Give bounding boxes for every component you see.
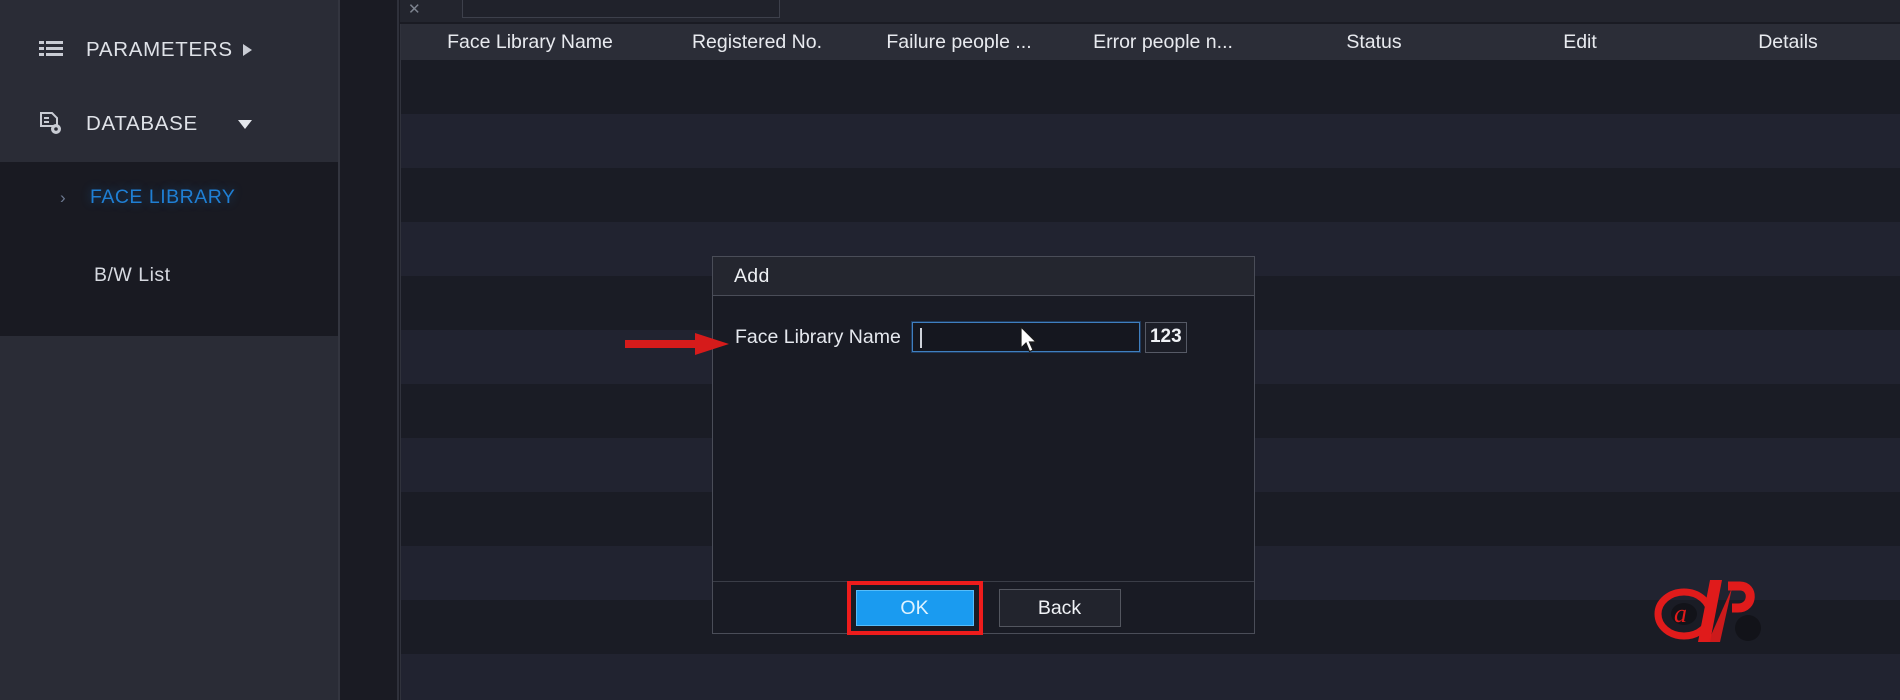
sidebar-bottom-section xyxy=(0,336,340,700)
text-caret xyxy=(919,328,922,348)
database-document-icon xyxy=(38,111,64,137)
sidebar-item-bw-list-label: B/W List xyxy=(94,263,171,286)
sidebar-item-parameters[interactable]: PARAMETERS xyxy=(0,14,340,86)
sidebar-item-parameters-label: PARAMETERS xyxy=(86,38,233,61)
content-left-border xyxy=(397,0,399,700)
top-search-input[interactable] xyxy=(462,0,780,18)
sidebar-item-face-library[interactable]: › FACE LIBRARY xyxy=(0,166,340,228)
chevron-right-small-icon: › xyxy=(60,187,66,207)
table-header-row: Face Library Name Registered No. Failure… xyxy=(401,24,1900,60)
dialog-title-bar: Add xyxy=(713,257,1254,296)
annotation-arrow-icon xyxy=(625,330,729,358)
table-column-edit[interactable]: Edit xyxy=(1485,31,1675,54)
chevron-down-icon xyxy=(238,119,252,129)
ok-button[interactable]: OK xyxy=(855,590,974,626)
watermark-logo: a xyxy=(1648,572,1770,648)
sidebar: PARAMETERS DATABASE › FACE LIBRARY B/W L… xyxy=(0,0,340,700)
dialog-title: Add xyxy=(734,264,770,287)
dialog-body: Face Library Name 123 xyxy=(713,296,1254,581)
ok-button-highlight: OK xyxy=(846,581,983,635)
table-column-registered-no[interactable]: Registered No. xyxy=(659,31,855,54)
table-column-details[interactable]: Details xyxy=(1675,31,1900,54)
table-row[interactable] xyxy=(401,60,1900,114)
ime-numeric-button[interactable]: 123 xyxy=(1144,321,1187,353)
table-row[interactable] xyxy=(401,114,1900,168)
list-icon xyxy=(38,37,64,63)
back-button[interactable]: Back xyxy=(998,589,1121,627)
sidebar-item-bw-list[interactable]: B/W List xyxy=(0,244,340,306)
face-library-name-label: Face Library Name xyxy=(735,325,901,348)
table-row[interactable] xyxy=(401,654,1900,700)
table-column-error-people[interactable]: Error people n... xyxy=(1063,31,1263,54)
svg-text:a: a xyxy=(1674,599,1687,628)
table-column-face-library-name[interactable]: Face Library Name xyxy=(401,31,659,54)
close-icon[interactable]: ✕ xyxy=(408,0,421,18)
nvr-config-screen: PARAMETERS DATABASE › FACE LIBRARY B/W L… xyxy=(0,0,1900,700)
face-library-name-row: Face Library Name 123 xyxy=(713,317,1254,357)
table-row[interactable] xyxy=(401,168,1900,222)
table-column-status[interactable]: Status xyxy=(1263,31,1485,54)
sidebar-item-face-library-label: FACE LIBRARY xyxy=(90,185,236,208)
sidebar-item-database-label: DATABASE xyxy=(86,112,198,135)
face-library-name-input[interactable] xyxy=(910,321,1141,353)
table-column-failure-people[interactable]: Failure people ... xyxy=(855,31,1063,54)
dialog-footer: OK Back xyxy=(713,581,1254,635)
add-face-library-dialog: Add Face Library Name 123 OK Back xyxy=(712,256,1255,635)
chevron-right-icon xyxy=(243,44,252,56)
sidebar-item-database[interactable]: DATABASE xyxy=(0,88,340,160)
